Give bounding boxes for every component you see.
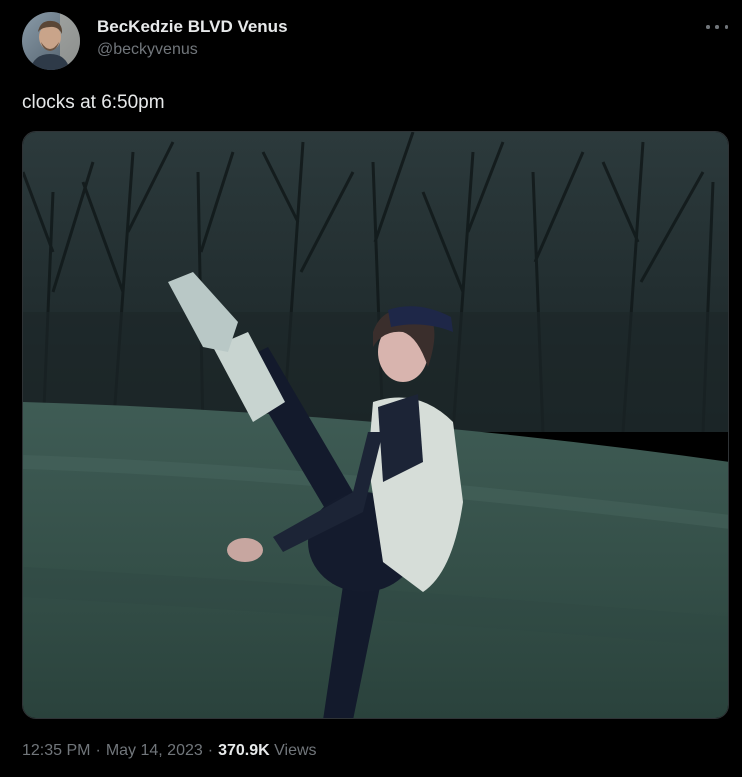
tweet-meta: 12:35 PM · May 14, 2023 · 370.9K Views: [22, 740, 317, 762]
more-horizontal-icon[interactable]: [706, 22, 728, 32]
tweet-card: BecKedzie BLVD Venus @beckyvenus clocks …: [0, 0, 742, 777]
more-dot: [715, 25, 719, 29]
tweet-date[interactable]: May 14, 2023: [106, 742, 203, 759]
author-handle[interactable]: @beckyvenus: [97, 39, 288, 61]
author-info: BecKedzie BLVD Venus @beckyvenus: [97, 16, 288, 61]
tweet-media-photo[interactable]: [22, 131, 729, 719]
views-label: Views: [274, 742, 317, 759]
views-count: 370.9K: [218, 742, 270, 759]
more-dot: [724, 25, 728, 29]
meta-separator: ·: [95, 742, 101, 759]
tweet-time[interactable]: 12:35 PM: [22, 742, 90, 759]
photo-illustration: [23, 132, 728, 718]
author-display-name[interactable]: BecKedzie BLVD Venus: [97, 16, 288, 38]
more-dot: [706, 25, 710, 29]
meta-separator: ·: [207, 742, 214, 759]
tweet-text: clocks at 6:50pm: [22, 92, 165, 113]
author-avatar[interactable]: [22, 12, 80, 70]
